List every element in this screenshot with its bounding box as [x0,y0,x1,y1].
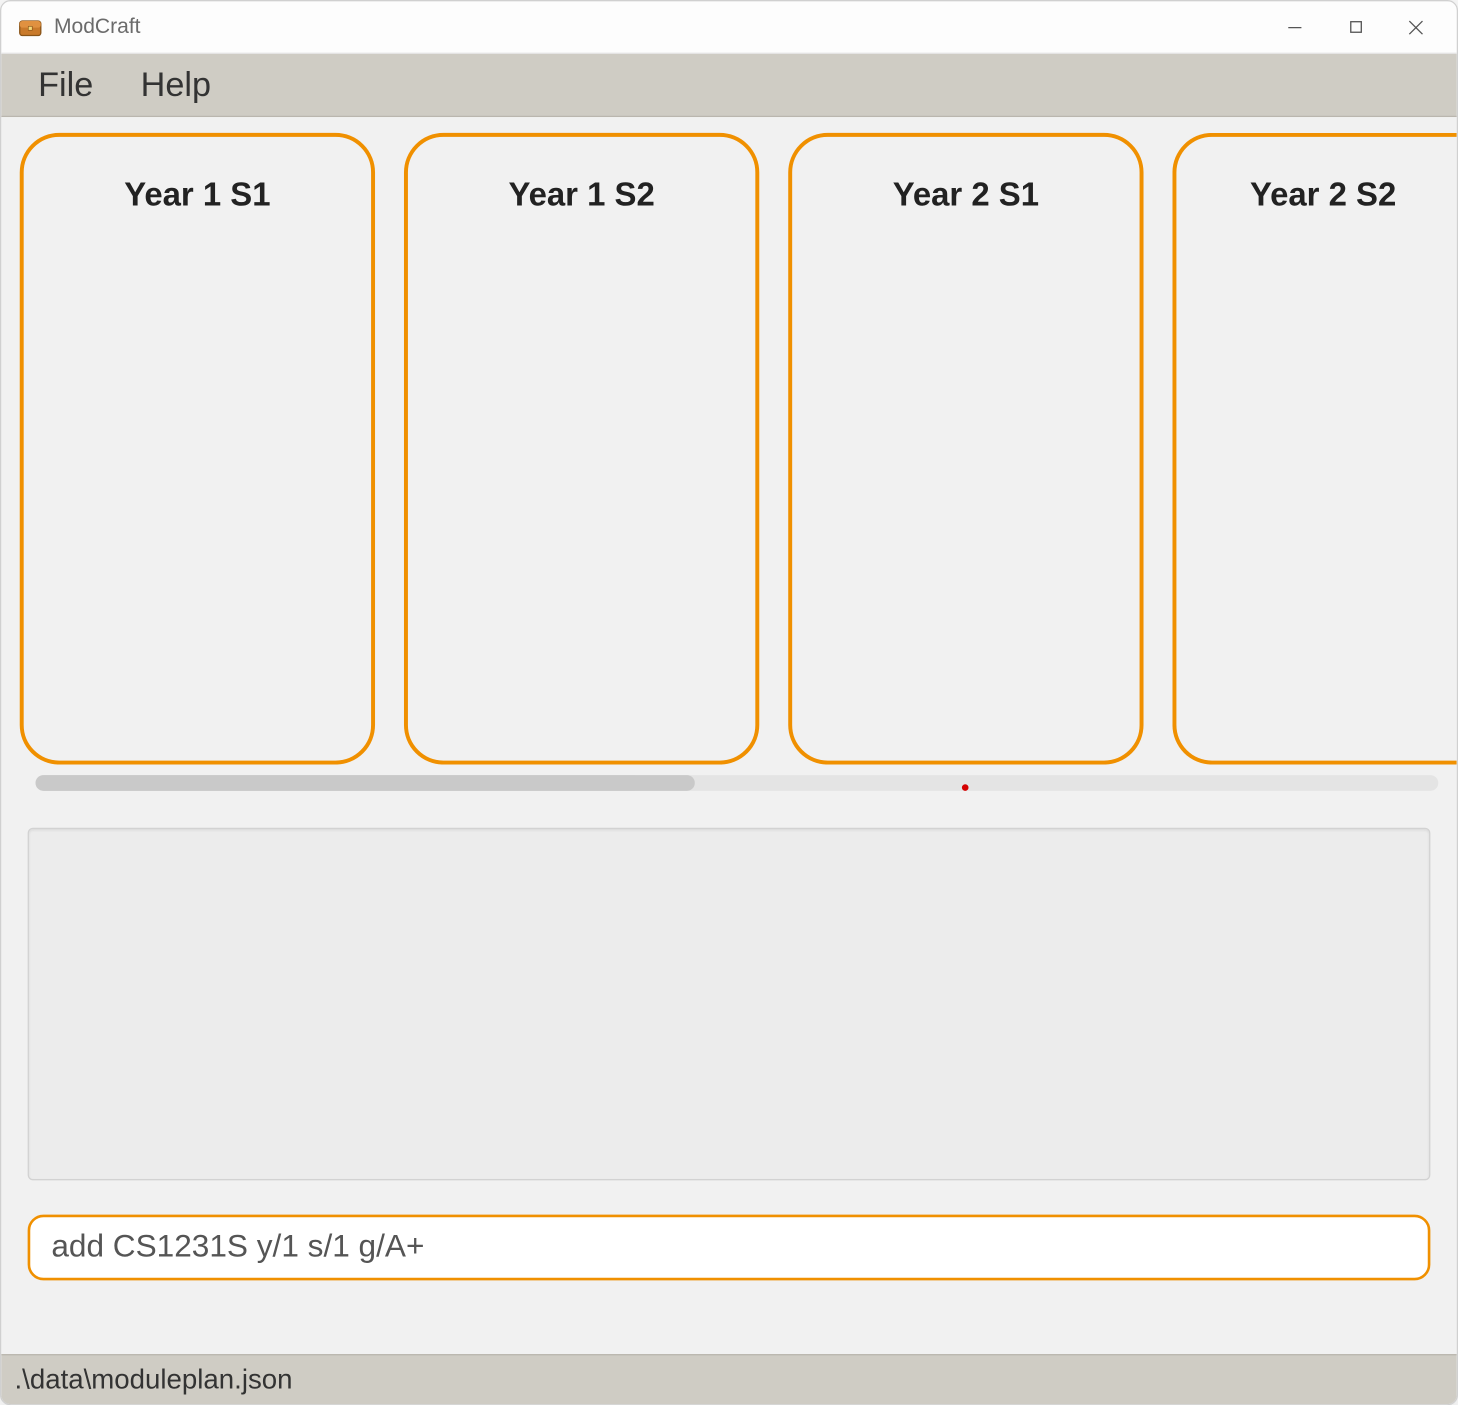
indicator-dot [962,784,969,791]
semester-title: Year 1 S2 [421,176,742,214]
menu-help[interactable]: Help [117,57,235,114]
horizontal-scrollbar[interactable] [36,775,1439,791]
app-title: ModCraft [54,15,141,39]
semester-title: Year 1 S1 [37,176,358,214]
semester-card[interactable]: Year 2 S2 [1172,133,1456,765]
semester-card[interactable]: Year 1 S2 [404,133,759,765]
semester-title: Year 2 S1 [805,176,1126,214]
menu-file[interactable]: File [14,57,117,114]
semester-title: Year 2 S2 [1190,176,1457,214]
minimize-button[interactable] [1265,6,1326,48]
semester-scroll-area: Year 1 S1 Year 1 S2 Year 2 S1 Year 2 S2 [1,117,1456,764]
semester-card[interactable]: Year 1 S1 [20,133,375,765]
content-area: Year 1 S1 Year 1 S2 Year 2 S1 Year 2 S2 [1,117,1456,1354]
statusbar-path: .\data\moduleplan.json [14,1364,292,1396]
scrollbar-thumb[interactable] [36,775,695,791]
command-input[interactable] [28,1215,1431,1281]
statusbar: .\data\moduleplan.json [1,1354,1456,1404]
close-button[interactable] [1386,6,1447,48]
command-input-wrap [28,1215,1431,1281]
titlebar: ModCraft [1,1,1456,54]
maximize-button[interactable] [1325,6,1386,48]
app-window: ModCraft File Help Year 1 S1 Year 1 S2 [0,0,1458,1405]
semester-row: Year 1 S1 Year 1 S2 Year 2 S1 Year 2 S2 [20,133,1457,765]
semester-card[interactable]: Year 2 S1 [788,133,1143,765]
menubar: File Help [1,54,1456,117]
output-panel [28,828,1431,1181]
chest-icon [17,14,43,40]
